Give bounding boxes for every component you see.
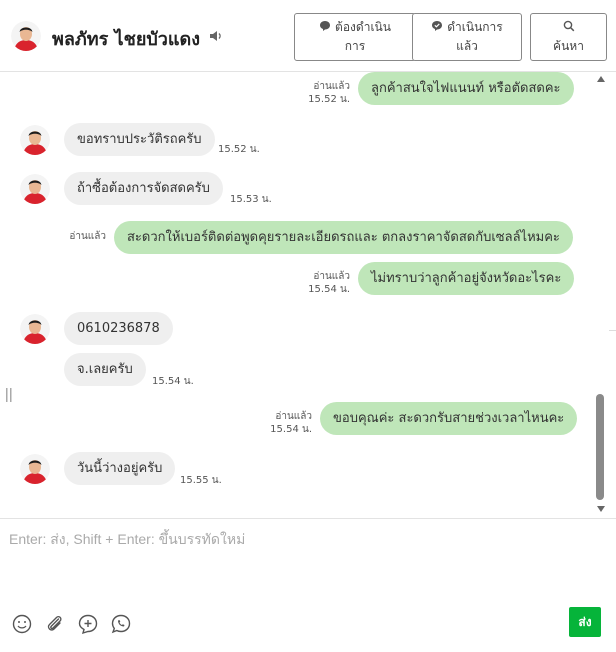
message-time: 15.55 น. [180, 475, 222, 486]
message-bubble-in[interactable]: ขอทราบประวัติรถครับ [64, 123, 215, 156]
search-icon [563, 20, 574, 32]
done-label-1: ดำเนินการ [447, 20, 503, 34]
call-icon[interactable] [110, 613, 132, 635]
todo-label-1: ต้องดำเนิน [335, 20, 391, 34]
todo-button[interactable]: ต้องดำเนิน การ [294, 13, 416, 61]
scroll-up-arrow-icon[interactable] [597, 76, 605, 82]
done-button[interactable]: ดำเนินการ แล้ว [412, 13, 522, 61]
scroll-down-arrow-icon[interactable] [597, 506, 605, 512]
message-status: อ่านแล้ว 15.54 น. [270, 411, 312, 435]
contact-name: พลภัทร ไชยบัวแดง [52, 29, 200, 50]
message-time: 15.53 น. [230, 194, 272, 205]
search-label: ค้นหา [553, 39, 584, 53]
message-bubble-in[interactable]: วันนี้ว่างอยู่ครับ [64, 452, 176, 485]
message-status: อ่านแล้ว [69, 231, 106, 242]
avatar [20, 125, 50, 155]
chat-header: พลภัทร ไชยบัวแดง ต้องดำเนิน การ ดำเนินกา… [0, 0, 616, 72]
message-input[interactable] [0, 519, 608, 603]
message-time: 15.52 น. [218, 144, 260, 155]
check-bubble-icon [432, 21, 443, 31]
message-bubble-out[interactable]: ไม่ทราบว่าลูกค้าอยู่จังหวัดอะไรคะ [358, 262, 575, 295]
resize-handle-icon[interactable] [6, 388, 12, 402]
scroll-thumb[interactable] [596, 394, 604, 500]
avatar [20, 314, 50, 344]
add-note-icon[interactable] [77, 613, 99, 635]
search-button[interactable]: ค้นหา [530, 13, 607, 61]
send-button[interactable]: ส่ง [569, 607, 601, 637]
message-status: อ่านแล้ว 15.54 น. [308, 271, 350, 295]
avatar [11, 21, 41, 51]
chat-bubble-icon [320, 21, 331, 31]
message-bubble-out[interactable]: สะดวกให้เบอร์ติดต่อพูดคุยรายละเอียดรถและ… [114, 221, 573, 254]
attachment-icon[interactable] [44, 613, 66, 635]
avatar [20, 174, 50, 204]
done-label-2: แล้ว [456, 39, 478, 53]
message-bubble-in[interactable]: 0610236878 [64, 312, 173, 345]
message-bubble-in[interactable]: ถ้าซื้อต้องการจัดสดครับ [64, 172, 223, 205]
message-composer: ส่ง [0, 518, 616, 652]
message-bubble-out[interactable]: ขอบคุณค่ะ สะดวกรับสายช่วงเวลาไหนคะ [320, 402, 578, 435]
todo-label-2: การ [344, 39, 366, 53]
message-time: 15.54 น. [152, 376, 194, 387]
divider [609, 330, 616, 331]
message-bubble-out[interactable]: ลูกค้าสนใจไฟแนนท์ หรือตัดสดคะ [358, 72, 574, 105]
chat-scrollbar[interactable] [593, 72, 607, 518]
emoji-icon[interactable] [11, 613, 33, 635]
message-list[interactable]: อ่านแล้ว 15.52 น. ลูกค้าสนใจไฟแนนท์ หรือต… [0, 72, 608, 518]
avatar [20, 454, 50, 484]
speaker-icon[interactable] [208, 28, 224, 44]
message-status: อ่านแล้ว 15.52 น. [308, 81, 350, 105]
message-bubble-in[interactable]: จ.เลยครับ [64, 353, 146, 386]
